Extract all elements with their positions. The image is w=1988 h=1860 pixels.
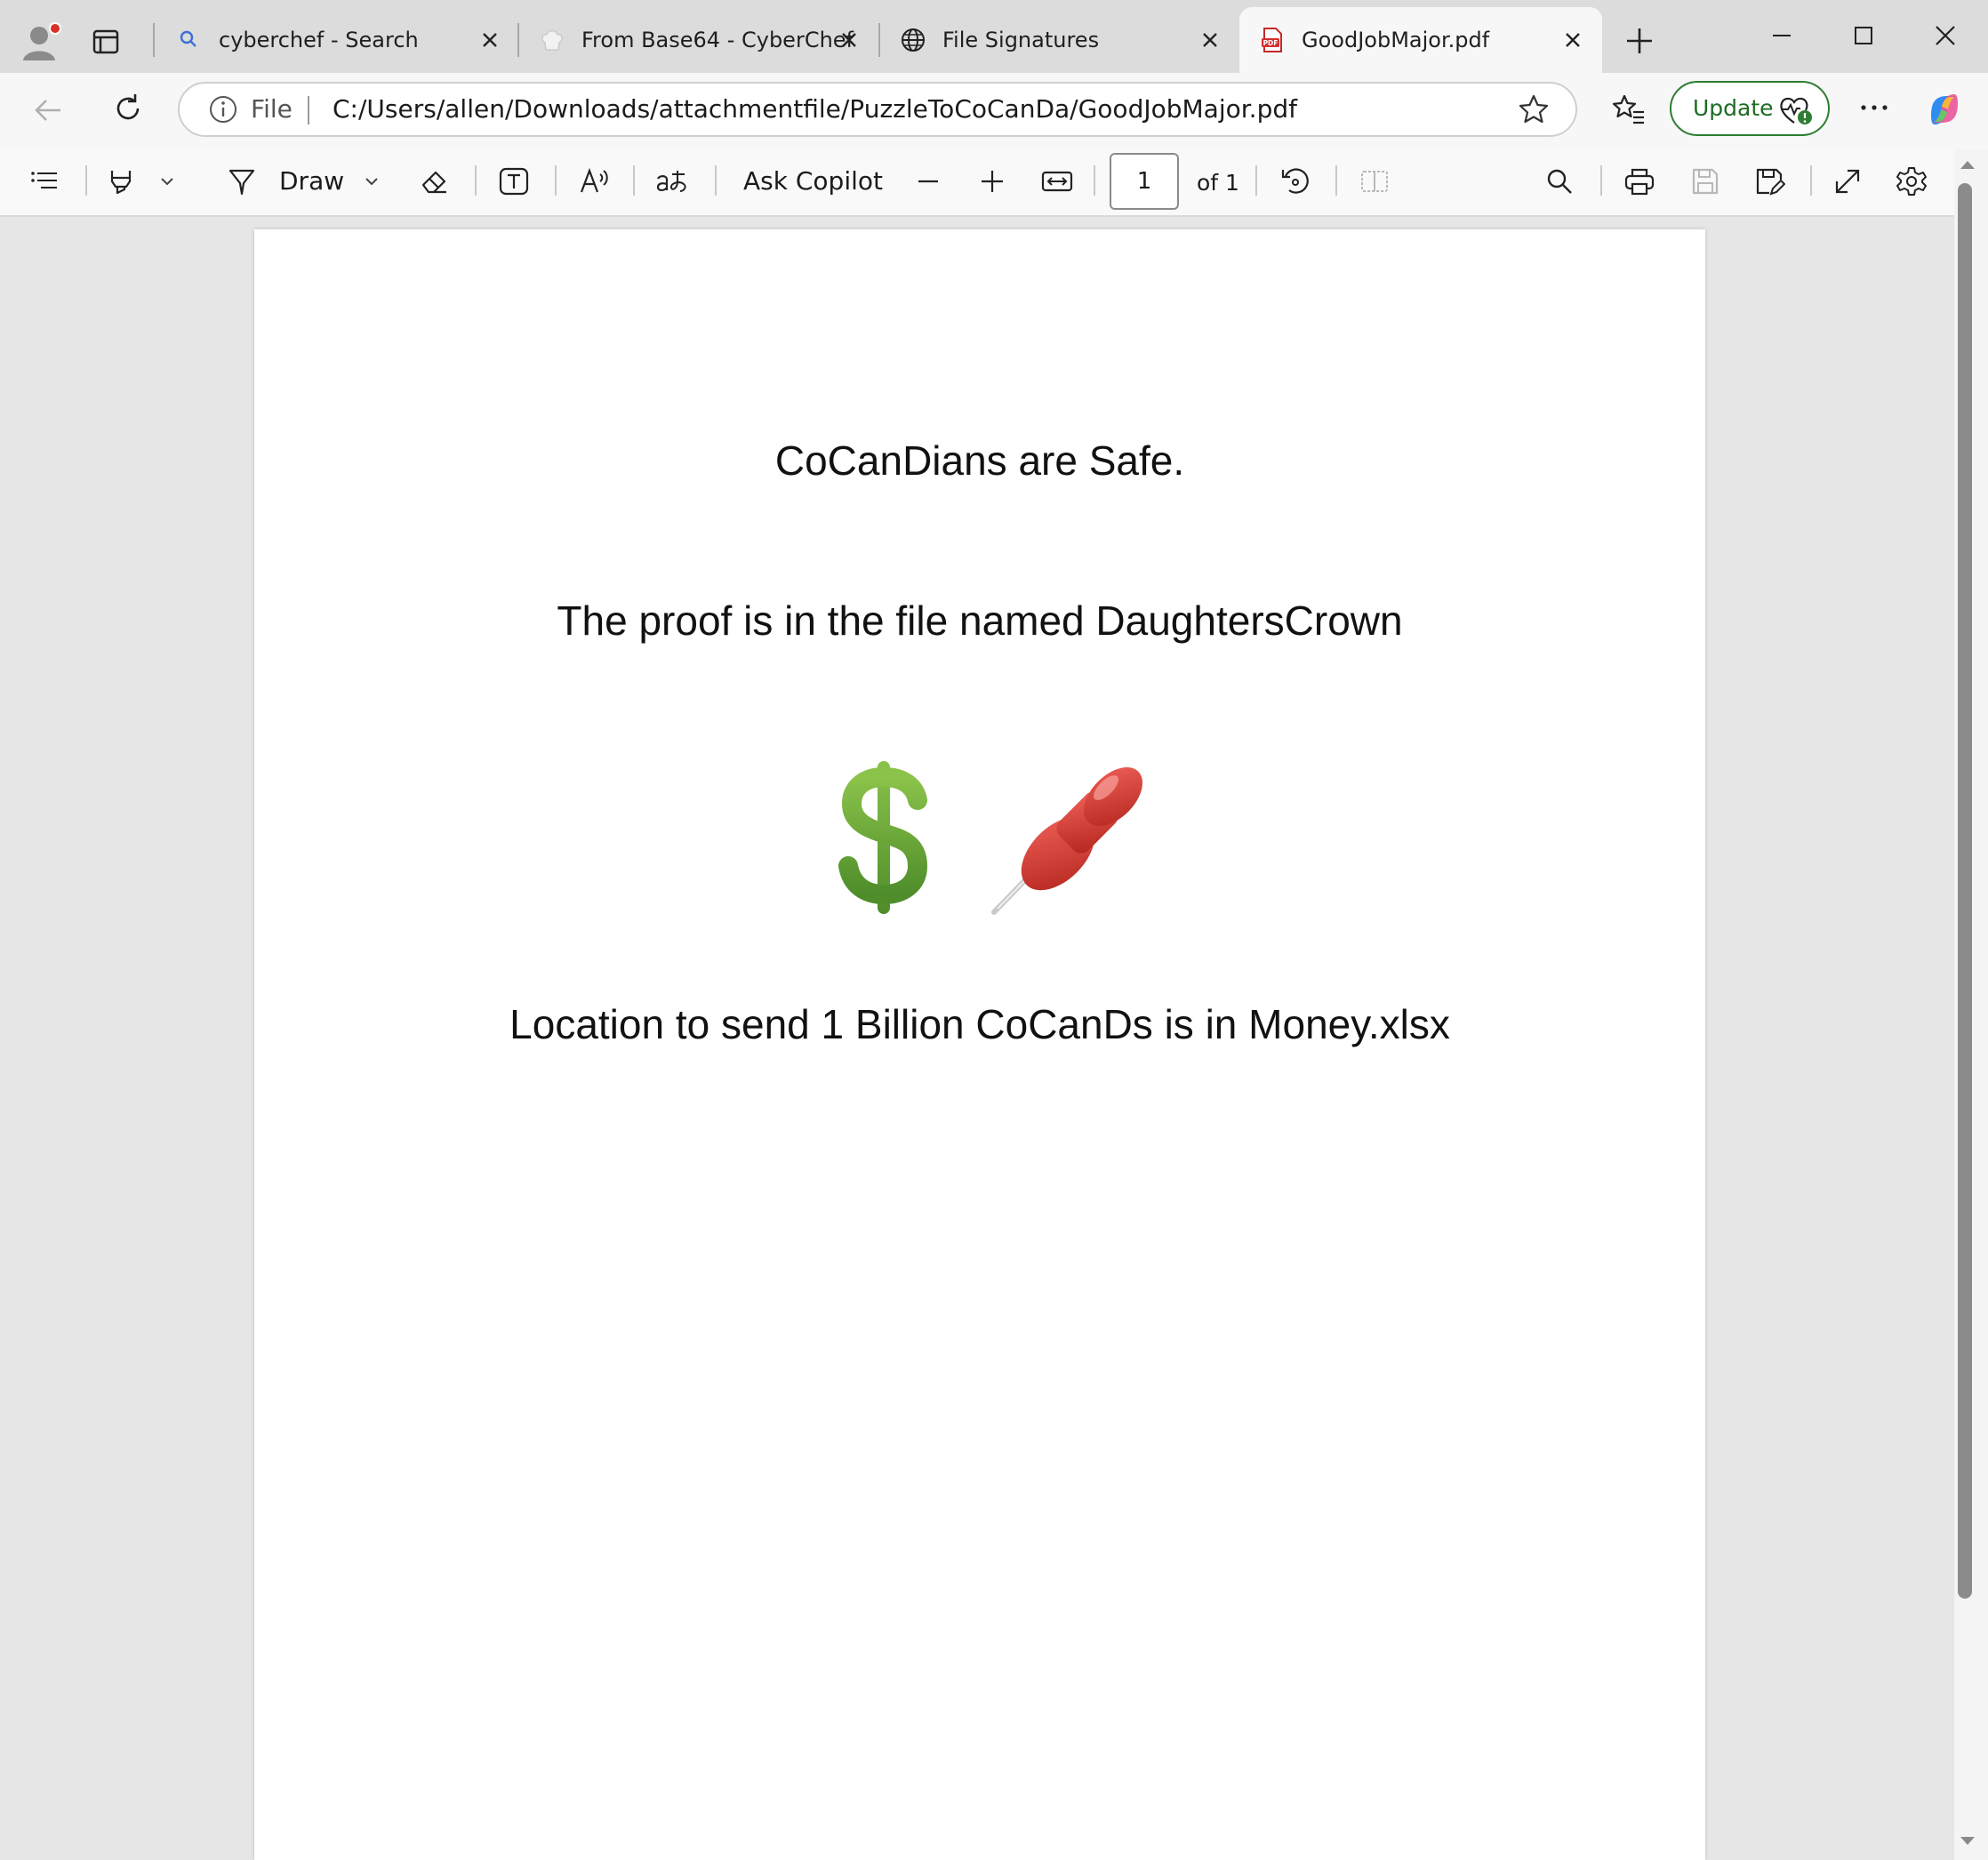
toolbar-separator (715, 165, 717, 196)
pdf-page: CoCanDians are Safe. The proof is in the… (254, 229, 1705, 1860)
chevron-down-icon[interactable] (359, 165, 384, 197)
update-label: Update (1693, 95, 1774, 121)
minimize-button[interactable] (1762, 16, 1801, 55)
tab-file-signatures[interactable]: File Signatures (880, 7, 1236, 73)
address-divider (308, 96, 309, 124)
print-icon[interactable] (1623, 165, 1655, 197)
heart-pulse-icon (1778, 93, 1814, 127)
svg-text:PDF: PDF (1263, 39, 1279, 47)
tab-label: cyberchef - Search (219, 28, 419, 52)
page-number-input[interactable]: 1 (1110, 153, 1179, 210)
update-button[interactable]: Update (1670, 81, 1830, 136)
toolbar-separator (555, 165, 557, 196)
tab-actions-icon[interactable] (91, 27, 121, 57)
page-total-label: of 1 (1197, 170, 1239, 196)
text-box-icon[interactable] (498, 165, 530, 197)
read-aloud-icon[interactable] (578, 165, 613, 197)
toolbar-separator (1335, 165, 1337, 196)
zoom-out-icon[interactable] (912, 165, 944, 197)
chevron-down-icon[interactable] (155, 165, 180, 197)
tab-from-base64-cyberchef[interactable]: From Base64 - CyberChef (519, 7, 875, 73)
back-arrow-icon[interactable] (30, 92, 66, 128)
url-text[interactable]: C:/Users/allen/Downloads/attachmentfile/… (333, 93, 1297, 125)
new-tab-button[interactable] (1623, 25, 1655, 57)
toolbar-separator (1810, 165, 1812, 196)
tab-goodjobmajor-pdf[interactable]: PDF GoodJobMajor.pdf (1239, 7, 1602, 73)
zoom-in-icon[interactable] (976, 165, 1008, 197)
toolbar-separator (1600, 165, 1602, 196)
close-icon[interactable] (478, 28, 501, 52)
highlight-icon[interactable] (105, 165, 137, 197)
toolbar-separator (1255, 165, 1257, 196)
two-page-view-icon (1359, 165, 1391, 197)
tab-cyberchef-search[interactable]: cyberchef - Search (156, 7, 514, 73)
copilot-icon[interactable] (1924, 89, 1965, 130)
tab-label: From Base64 - CyberChef (581, 28, 854, 52)
translate-icon[interactable] (654, 165, 693, 197)
scheme-label: File (251, 94, 293, 124)
save-as-icon[interactable] (1753, 165, 1785, 197)
contents-list-icon[interactable] (28, 165, 60, 197)
scroll-up-arrow-icon[interactable] (1958, 156, 1977, 172)
toolbar-separator (1094, 165, 1095, 196)
chef-hat-icon (539, 27, 565, 53)
refresh-icon[interactable] (110, 91, 146, 126)
favorites-icon[interactable] (1611, 92, 1647, 126)
close-icon[interactable] (1198, 28, 1222, 52)
rotate-icon[interactable] (1279, 165, 1312, 197)
save-icon (1689, 165, 1721, 197)
toolbar-separator (85, 165, 87, 196)
pdf-icon: PDF (1259, 27, 1286, 53)
close-icon[interactable] (838, 28, 861, 52)
tab-separator (153, 23, 155, 57)
info-icon[interactable] (208, 94, 238, 124)
document-line-3: Location to send 1 Billion CoCanDs is in… (509, 1001, 1450, 1047)
maximize-button[interactable] (1844, 16, 1883, 55)
fit-width-icon[interactable] (1040, 165, 1074, 197)
tab-label: File Signatures (942, 28, 1100, 52)
dollar-sign-icon (836, 758, 935, 918)
fullscreen-icon[interactable] (1832, 165, 1864, 197)
globe-icon (900, 27, 926, 53)
toolbar-separator (633, 165, 635, 196)
pushpin-icon (989, 758, 1154, 918)
favorite-star-icon[interactable] (1517, 92, 1551, 126)
more-options-icon[interactable] (1856, 94, 1892, 121)
tab-label: GoodJobMajor.pdf (1302, 28, 1490, 52)
scroll-down-arrow-icon[interactable] (1958, 1833, 1977, 1849)
close-icon[interactable] (1561, 28, 1584, 52)
document-line-2: The proof is in the file named Daughters… (557, 597, 1403, 644)
profile-avatar[interactable] (20, 20, 62, 62)
document-line-1: CoCanDians are Safe. (774, 437, 1185, 484)
eraser-icon[interactable] (418, 165, 450, 197)
ask-copilot-button[interactable]: Ask Copilot (743, 165, 883, 197)
scrollbar-thumb[interactable] (1958, 183, 1972, 1599)
close-window-button[interactable] (1926, 16, 1965, 55)
search-icon (176, 27, 203, 53)
draw-button[interactable]: Draw (279, 165, 344, 197)
draw-icon[interactable] (226, 165, 258, 197)
search-icon[interactable] (1543, 165, 1575, 197)
settings-gear-icon[interactable] (1896, 165, 1928, 197)
toolbar-separator (475, 165, 477, 196)
